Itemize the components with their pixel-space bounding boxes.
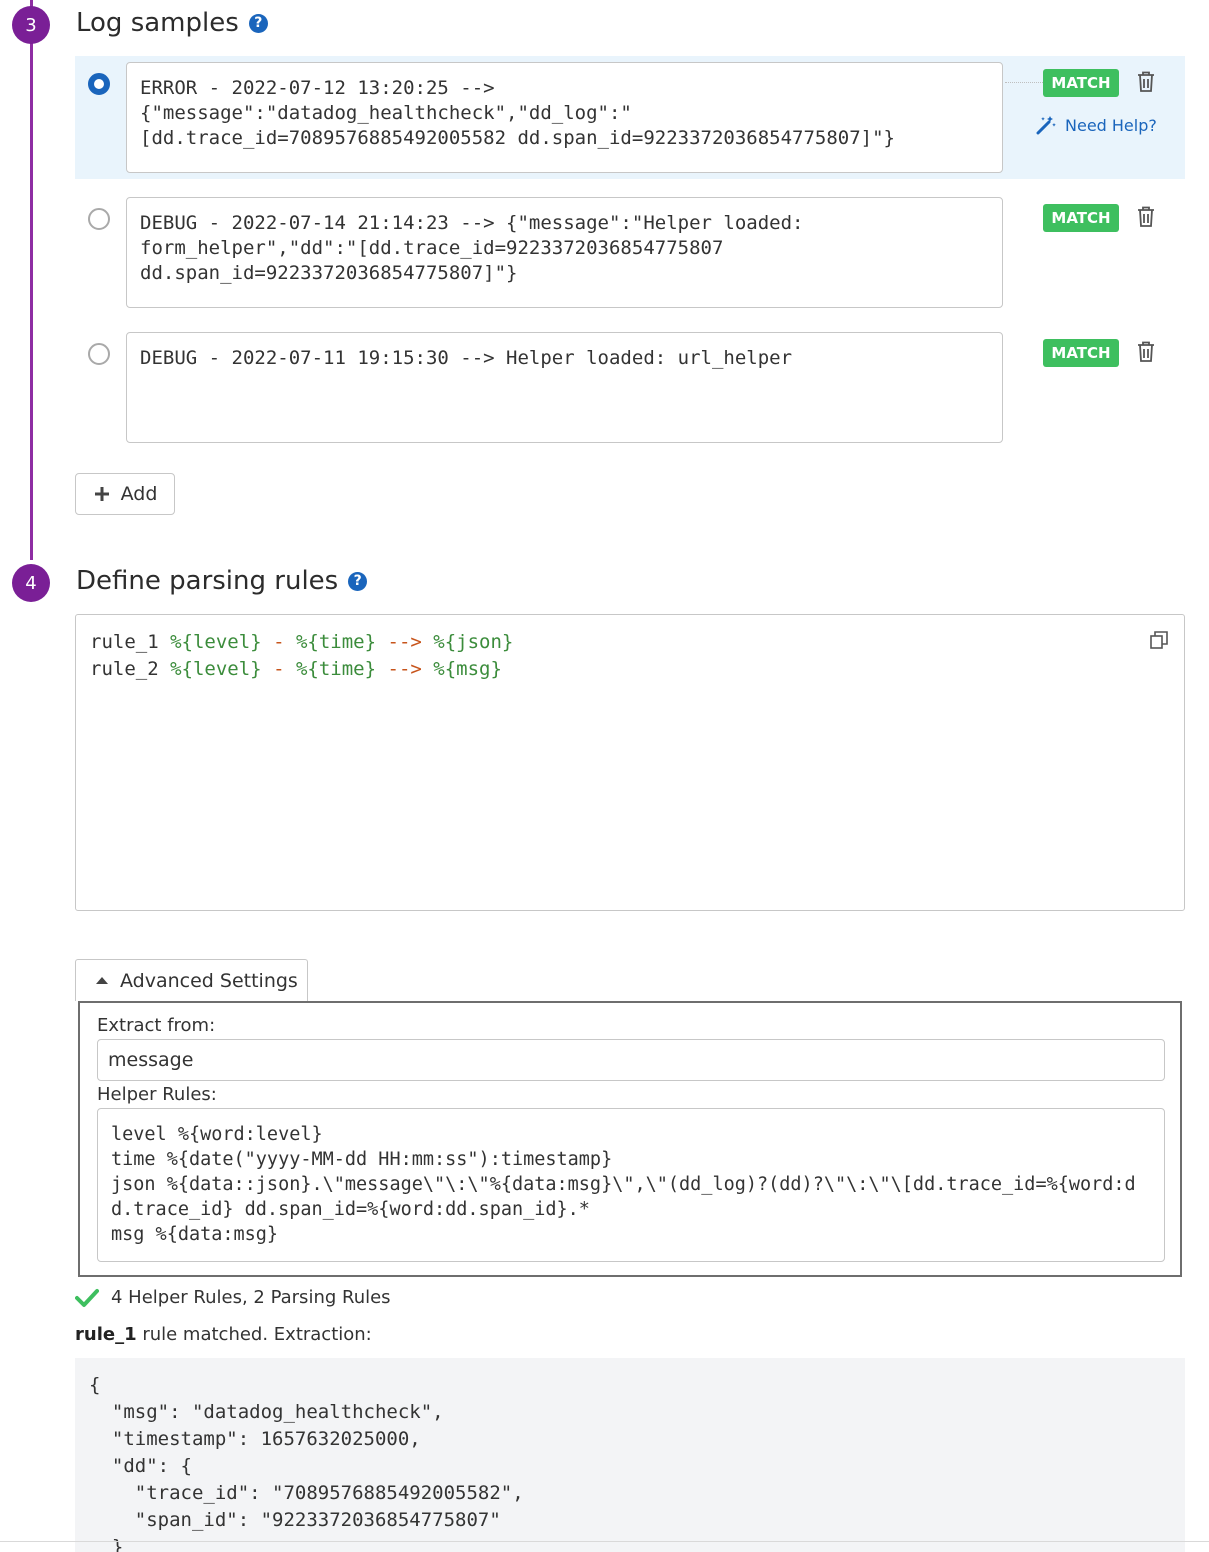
add-label: Add xyxy=(120,483,158,505)
helper-rules-label: Helper Rules: xyxy=(97,1084,217,1105)
divider xyxy=(1005,82,1043,83)
log-sample-row-3: DEBUG - 2022-07-11 19:15:30 --> Helper l… xyxy=(75,326,1185,449)
rule-name: rule_1 xyxy=(90,631,159,653)
parsing-rule-line-1: rule_1 %{level} - %{time} --> %{json} xyxy=(90,629,1170,656)
trash-icon[interactable] xyxy=(1135,205,1157,229)
match-badge-1: MATCH xyxy=(1043,69,1119,97)
advanced-settings-label: Advanced Settings xyxy=(120,969,298,992)
trash-icon[interactable] xyxy=(1135,70,1157,94)
trash-icon[interactable] xyxy=(1135,340,1157,364)
matched-rule-text: rule matched. Extraction: xyxy=(136,1324,372,1345)
rule-token: %{time} xyxy=(295,631,377,653)
advanced-settings-panel: Extract from: message Helper Rules: leve… xyxy=(78,1001,1182,1277)
need-help-link[interactable]: Need Help? xyxy=(1035,114,1157,136)
matched-rule-name: rule_1 xyxy=(75,1324,137,1345)
matched-rule-line: rule_1 rule matched. Extraction: xyxy=(75,1324,372,1345)
extract-from-input[interactable]: message xyxy=(97,1039,1165,1081)
log-sample-row-1: ERROR - 2022-07-12 13:20:25 --> {"messag… xyxy=(75,56,1185,179)
step-number-4: 4 xyxy=(12,564,50,602)
sample-radio-3[interactable] xyxy=(88,343,110,365)
step-rail xyxy=(30,0,33,560)
rules-status: 4 Helper Rules, 2 Parsing Rules xyxy=(75,1287,391,1308)
advanced-settings-toggle[interactable]: Advanced Settings xyxy=(75,959,308,1001)
parsing-rules-title: Define parsing rules ? xyxy=(76,566,368,596)
helper-rules-editor[interactable]: level %{word:level} time %{date("yyyy-MM… xyxy=(97,1108,1165,1262)
rules-summary: 4 Helper Rules, 2 Parsing Rules xyxy=(111,1287,391,1308)
help-icon[interactable]: ? xyxy=(248,13,268,33)
plus-icon xyxy=(94,487,109,501)
help-icon[interactable]: ? xyxy=(348,571,368,591)
copy-icon[interactable] xyxy=(1150,631,1168,649)
rule-token: %{level} xyxy=(170,631,262,653)
log-sample-row-2: DEBUG - 2022-07-14 21:14:23 --> {"messag… xyxy=(75,191,1185,314)
parsing-rules-editor[interactable]: rule_1 %{level} - %{time} --> %{json} ru… xyxy=(75,614,1185,911)
sample-text-1[interactable]: ERROR - 2022-07-12 13:20:25 --> {"messag… xyxy=(126,62,1003,173)
divider xyxy=(0,1541,1209,1542)
magic-wand-icon xyxy=(1036,116,1056,135)
rule-name: rule_2 xyxy=(90,658,159,680)
rule-token: %{msg} xyxy=(433,658,502,680)
match-badge-2: MATCH xyxy=(1043,204,1119,232)
sample-radio-1[interactable] xyxy=(88,73,110,95)
extract-from-label: Extract from: xyxy=(97,1015,216,1036)
rule-token: %{time} xyxy=(295,658,377,680)
rule-token: %{level} xyxy=(170,658,262,680)
rule-token: %{json} xyxy=(433,631,514,653)
need-help-label: Need Help? xyxy=(1065,115,1157,135)
check-icon xyxy=(75,1288,99,1307)
sample-radio-2[interactable] xyxy=(88,208,110,230)
step-number-3: 3 xyxy=(12,6,50,44)
log-samples-title: Log samples ? xyxy=(76,8,268,38)
add-sample-button[interactable]: Add xyxy=(75,473,175,515)
parsing-rule-line-2: rule_2 %{level} - %{time} --> %{msg} xyxy=(90,656,1170,683)
match-badge-3: MATCH xyxy=(1043,339,1119,367)
log-samples-title-text: Log samples xyxy=(76,8,239,38)
rule-token: - xyxy=(273,658,285,680)
rule-token: - xyxy=(273,631,285,653)
extraction-result: { "msg": "datadog_healthcheck", "timesta… xyxy=(75,1358,1185,1552)
rule-token: --> xyxy=(387,658,422,680)
caret-up-icon xyxy=(96,977,108,984)
rule-token: --> xyxy=(387,631,422,653)
sample-text-2[interactable]: DEBUG - 2022-07-14 21:14:23 --> {"messag… xyxy=(126,197,1003,308)
sample-text-3[interactable]: DEBUG - 2022-07-11 19:15:30 --> Helper l… xyxy=(126,332,1003,443)
parsing-rules-title-text: Define parsing rules xyxy=(76,566,339,596)
